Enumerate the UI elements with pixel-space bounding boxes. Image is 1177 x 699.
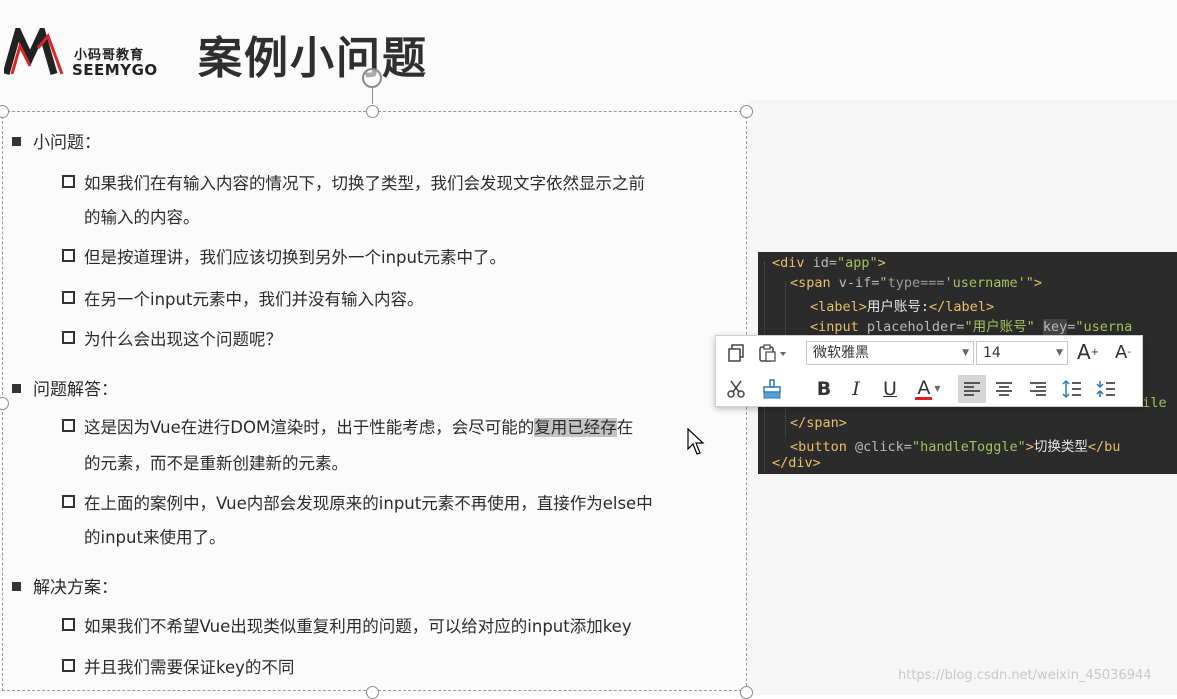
code-line: <button @click="handleToggle">切换类型</bu	[790, 439, 1121, 455]
hollow-square-bullet-icon	[62, 495, 75, 508]
list-item-continuation: 的元素，而不是重新创建新的元素。	[84, 454, 348, 473]
list-item-continuation: 的输入的内容。	[84, 208, 200, 227]
underline-button[interactable]: U	[878, 377, 902, 401]
list-item: 为什么会出现这个问题呢？	[62, 326, 282, 350]
list-item-continuation: 的input来使用了。	[84, 528, 226, 547]
logo: 小码哥教育 SEEMYGO	[4, 28, 174, 80]
italic-button[interactable]: I	[844, 377, 868, 401]
resize-handle-bottom-right[interactable]	[740, 686, 753, 699]
list-item: 但是按道理讲，我们应该切换到另外一个input元素中了。	[62, 244, 506, 268]
bullet-heading: 问题解答：	[12, 375, 118, 400]
shrink-font-icon[interactable]: A-	[1110, 340, 1136, 364]
font-color-button[interactable]: A ▼	[912, 376, 946, 400]
hollow-square-bullet-icon	[62, 331, 75, 344]
square-bullet-icon	[12, 582, 21, 591]
rotate-handle[interactable]	[362, 68, 382, 88]
logo-mark-icon	[4, 28, 64, 75]
code-line: <label>用户账号:</label>	[810, 299, 995, 315]
selected-text[interactable]: 复用已经存	[534, 418, 617, 437]
align-right-button[interactable]	[1026, 377, 1050, 401]
grow-font-icon[interactable]: A +	[1074, 340, 1102, 364]
list-item: 如果我们在有输入内容的情况下，切换了类型，我们会发现文字依然显示之前	[62, 170, 645, 194]
hollow-square-bullet-icon	[62, 249, 75, 262]
paragraph-spacing-icon[interactable]	[1094, 377, 1118, 401]
code-line: <input placeholder="用户账号" key="userna	[810, 319, 1133, 335]
font-name-select[interactable]: 微软雅黑 ▼	[806, 341, 974, 365]
code-line: </span>	[790, 415, 847, 431]
align-center-button[interactable]	[992, 377, 1016, 401]
list-item: 在上面的案例中，Vue内部会发现原来的input元素不再使用，直接作为else中	[62, 490, 653, 514]
chevron-down-icon: ▼	[962, 348, 969, 358]
paste-icon[interactable]	[756, 341, 790, 365]
hollow-square-bullet-icon	[62, 291, 75, 304]
square-bullet-icon	[12, 137, 21, 146]
chevron-down-icon: ▼	[1056, 348, 1063, 358]
align-left-button[interactable]	[958, 375, 986, 403]
chevron-down-icon: ▼	[934, 383, 941, 393]
hollow-square-bullet-icon	[62, 175, 75, 188]
resize-handle-top-right[interactable]	[740, 105, 753, 118]
line-spacing-icon[interactable]	[1060, 377, 1084, 401]
bullet-heading: 小问题：	[12, 128, 101, 153]
page-title[interactable]: 案例小问题	[198, 22, 428, 86]
font-size-select[interactable]: 14 ▼	[976, 341, 1068, 365]
hollow-square-bullet-icon	[62, 659, 75, 672]
list-item: 在另一个input元素中，我们并没有输入内容。	[62, 286, 423, 310]
code-line: </div>	[772, 455, 821, 471]
list-item: 并且我们需要保证key的不同	[62, 654, 294, 678]
bullet-heading: 解决方案：	[12, 573, 118, 598]
square-bullet-icon	[12, 384, 21, 393]
bold-button[interactable]: B	[812, 377, 836, 401]
logo-text-en: SEEMYGO	[72, 61, 158, 79]
format-painter-icon[interactable]	[760, 377, 784, 401]
resize-handle-bottom[interactable]	[366, 686, 379, 699]
textbox-selection-frame[interactable]	[2, 111, 747, 691]
resize-handle-top[interactable]	[366, 105, 379, 118]
hollow-square-bullet-icon	[62, 419, 75, 432]
list-item: 这是因为Vue在进行DOM渲染时，出于性能考虑，会尽可能的复用已经存在	[62, 414, 633, 438]
code-line: <span v-if="type==='username'">	[790, 275, 1043, 291]
list-item: 如果我们不希望Vue出现类似重复利用的问题，可以给对应的input添加key	[62, 613, 632, 637]
hollow-square-bullet-icon	[62, 618, 75, 631]
font-color-swatch	[915, 397, 933, 400]
mouse-cursor-icon	[687, 427, 705, 460]
cut-icon[interactable]	[724, 377, 748, 401]
mini-format-toolbar: 微软雅黑 ▼ 14 ▼ A + A- B I U A ▼	[715, 335, 1143, 407]
copy-icon[interactable]	[724, 341, 748, 365]
code-line: <div id="app">	[772, 255, 886, 271]
rotation-connector	[372, 88, 373, 104]
watermark: https://blog.csdn.net/weixin_45036944	[898, 668, 1152, 683]
